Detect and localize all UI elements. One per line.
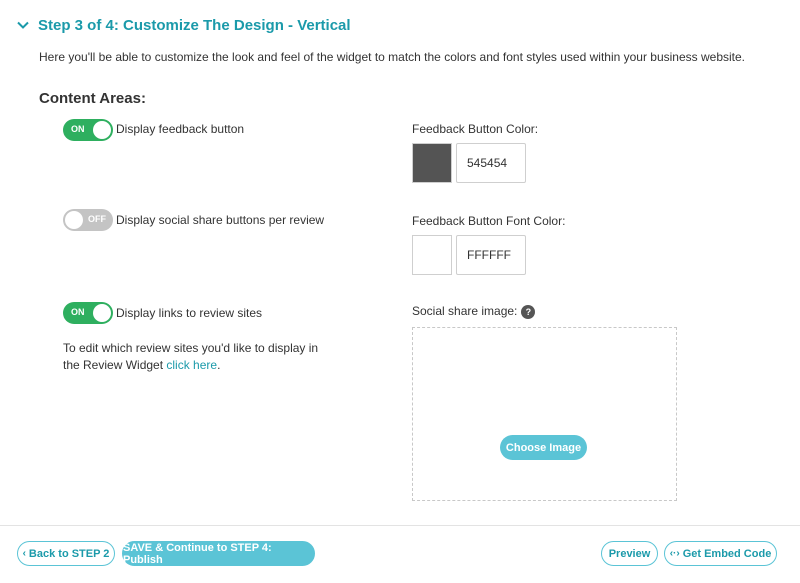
step-intro: Here you'll be able to customize the loo…: [39, 50, 746, 64]
chevron-down-icon[interactable]: [14, 16, 32, 34]
chevron-left-icon: ‹: [22, 548, 26, 559]
feedback-font-color-swatch[interactable]: [412, 235, 452, 275]
toggle-state-label: ON: [71, 124, 85, 134]
toggle-state-label: ON: [71, 307, 85, 317]
social-share-toggle[interactable]: OFF: [63, 209, 113, 231]
social-share-image-dropzone[interactable]: Choose Image: [412, 327, 677, 501]
feedback-button-toggle[interactable]: ON: [63, 119, 113, 141]
back-to-step-2-button[interactable]: ‹ Back to STEP 2: [17, 541, 115, 566]
embed-button-label: Get Embed Code: [682, 547, 772, 560]
edit-review-sites-suffix: .: [217, 358, 221, 372]
edit-review-sites-text: To edit which review sites you'd like to…: [63, 340, 333, 374]
save-button-label: SAVE & Continue to STEP 4: Publish: [123, 541, 272, 566]
click-here-link[interactable]: click here: [166, 358, 217, 372]
feedback-button-label: Display feedback button: [116, 122, 245, 136]
social-share-label: Display social share buttons per review: [116, 213, 325, 227]
social-share-image-label: Social share image:: [412, 304, 518, 318]
footer-divider: [0, 525, 800, 526]
preview-button-label: Preview: [608, 547, 651, 560]
feedback-font-color-input[interactable]: [456, 235, 526, 275]
toggle-knob: [93, 304, 111, 322]
choose-image-button[interactable]: Choose Image: [500, 435, 587, 460]
step-header[interactable]: Step 3 of 4: Customize The Design - Vert…: [14, 14, 351, 36]
toggle-knob: [93, 121, 111, 139]
review-sites-links-label: Display links to review sites: [116, 306, 263, 320]
toggle-state-label: OFF: [88, 214, 106, 224]
review-sites-links-toggle[interactable]: ON: [63, 302, 113, 324]
social-share-image-field: Social share image:?: [412, 304, 536, 319]
get-embed-code-button[interactable]: ‹·› Get Embed Code: [664, 541, 777, 566]
preview-button[interactable]: Preview: [601, 541, 658, 566]
help-icon[interactable]: ?: [521, 304, 536, 319]
save-continue-button[interactable]: SAVE & Continue to STEP 4: Publish: [122, 541, 315, 566]
feedback-font-color-label: Feedback Button Font Color:: [412, 214, 566, 228]
feedback-button-color-input[interactable]: [456, 143, 526, 183]
content-areas-title: Content Areas:: [39, 90, 146, 107]
code-icon: ‹·›: [669, 548, 680, 559]
feedback-button-color-swatch[interactable]: [412, 143, 452, 183]
step-title: Step 3 of 4: Customize The Design - Vert…: [38, 16, 351, 34]
back-button-label: Back to STEP 2: [28, 547, 110, 560]
toggle-knob: [65, 211, 83, 229]
feedback-button-color-label: Feedback Button Color:: [412, 122, 539, 136]
